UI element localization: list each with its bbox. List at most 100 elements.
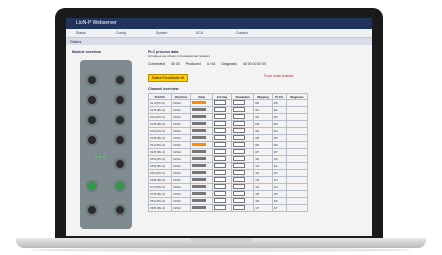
simulation-control[interactable] (233, 149, 246, 154)
state-cell (190, 134, 214, 142)
forcing-control[interactable] (214, 149, 227, 154)
state-indicator (192, 185, 207, 188)
simulation-cell (231, 197, 255, 205)
forcing-cell (212, 148, 233, 156)
direction-cell: In/Out (171, 127, 192, 135)
forcing-control[interactable] (214, 107, 227, 112)
simulation-control[interactable] (233, 191, 246, 196)
state-indicator (192, 129, 207, 132)
menu-contact[interactable]: Contact (236, 31, 272, 35)
forcing-control[interactable] (214, 128, 227, 133)
simulation-cell (231, 113, 255, 121)
forcing-control[interactable] (214, 163, 227, 168)
state-indicator (192, 101, 207, 104)
diagnosis-cell (286, 127, 308, 135)
port-cell: X7 A (Pin 4) (147, 183, 173, 191)
mapping-cell: 0/3 (253, 120, 273, 128)
forcing-control[interactable] (214, 205, 227, 210)
simulation-control[interactable] (233, 163, 246, 168)
table-row: X1 A (Pin 4) In/Out 0/0 0/0 (147, 99, 308, 107)
forcing-cell (212, 176, 233, 184)
diagnosis-cell (286, 197, 308, 205)
prctr-cell: 0/4 (271, 127, 288, 135)
diagnosis-cell (286, 99, 308, 107)
simulation-control[interactable] (233, 184, 246, 189)
forcing-cell (212, 141, 233, 149)
mapping-cell: 1/5 (253, 190, 273, 198)
table-row: X8 B (Pin 2) In/Out 1/7 1/7 (147, 204, 308, 212)
simulation-control[interactable] (233, 198, 246, 203)
state-cell (190, 127, 214, 135)
forcing-control[interactable] (214, 184, 227, 189)
simulation-control[interactable] (233, 128, 246, 133)
prctr-cell: 1/3 (271, 176, 288, 184)
connected-label: Connected (148, 62, 165, 66)
forcing-control[interactable] (214, 135, 227, 140)
state-indicator (192, 136, 207, 139)
menu-system[interactable]: System (156, 31, 192, 35)
forcing-cell (212, 99, 233, 107)
state-indicator (192, 122, 207, 125)
forcing-control[interactable] (214, 100, 227, 105)
forcing-control[interactable] (214, 156, 227, 161)
state-cell (190, 120, 214, 128)
table-row: X1 B (Pin 2) In/Out 0/1 0/1 (147, 106, 308, 114)
simulation-control[interactable] (233, 205, 246, 210)
simulation-control[interactable] (233, 177, 246, 182)
state-indicator (192, 143, 207, 146)
forcing-control[interactable] (214, 121, 227, 126)
simulation-control[interactable] (233, 170, 246, 175)
simulation-control[interactable] (233, 107, 246, 112)
menu-status[interactable]: Status (76, 31, 112, 35)
forcing-cell (212, 120, 233, 128)
mapping-cell: 0/0 (253, 99, 273, 107)
laptop-shadow (30, 248, 412, 252)
simulation-cell (231, 183, 255, 191)
simulation-control[interactable] (233, 156, 246, 161)
simulation-control[interactable] (233, 135, 246, 140)
table-row: X4 A (Pin 4) In/Out 0/6 0/6 (147, 141, 308, 149)
direction-cell: In/Out (171, 113, 192, 121)
prctr-cell: 1/0 (271, 155, 288, 163)
simulation-cell (231, 120, 255, 128)
diagnosis-cell (286, 155, 308, 163)
menu-config[interactable]: Config (116, 31, 152, 35)
forcing-cell (212, 169, 233, 177)
simulation-control[interactable] (233, 100, 246, 105)
mapping-cell: 1/2 (253, 169, 273, 177)
diagnosis-value: 40 00 00 00 00 (242, 62, 267, 66)
switch-forcemode-button[interactable]: Switch ForceMode off (148, 74, 188, 82)
forcing-control[interactable] (214, 114, 227, 119)
forcing-control[interactable] (214, 198, 227, 203)
forcing-control[interactable] (214, 191, 227, 196)
menu-scu[interactable]: SCU (196, 31, 232, 35)
simulation-control[interactable] (233, 121, 246, 126)
table-row: X5 B (Pin 2) In/Out 1/1 1/1 (147, 162, 308, 170)
port-cell: X2 A (Pin 4) (147, 113, 173, 121)
state-indicator (192, 150, 207, 153)
forcing-control[interactable] (214, 142, 227, 147)
simulation-control[interactable] (233, 142, 246, 147)
table-row: X8 A (Pin 4) In/Out 1/6 1/6 (147, 197, 308, 205)
state-indicator (192, 192, 207, 195)
simulation-control[interactable] (233, 114, 246, 119)
state-indicator (192, 199, 207, 202)
forcing-cell (212, 155, 233, 163)
diagnosis-cell (286, 162, 308, 170)
diagnosis-cell (286, 169, 308, 177)
port-cell: X6 A (Pin 4) (147, 169, 173, 177)
module-overview-title: Module overview (72, 50, 101, 54)
diagnosis-cell (286, 141, 308, 149)
direction-cell: In/Out (171, 120, 192, 128)
state-cell (190, 106, 214, 114)
forcing-control[interactable] (214, 170, 227, 175)
forcing-control[interactable] (214, 177, 227, 182)
simulation-cell (231, 99, 255, 107)
forcing-cell (212, 127, 233, 135)
page-heading: Status (66, 38, 372, 45)
connector-icon (114, 134, 126, 146)
forcing-cell (212, 197, 233, 205)
plc-panel: PLC process data All values are shown in… (147, 50, 366, 232)
prctr-cell: 1/4 (271, 183, 288, 191)
state-indicator (192, 171, 207, 174)
